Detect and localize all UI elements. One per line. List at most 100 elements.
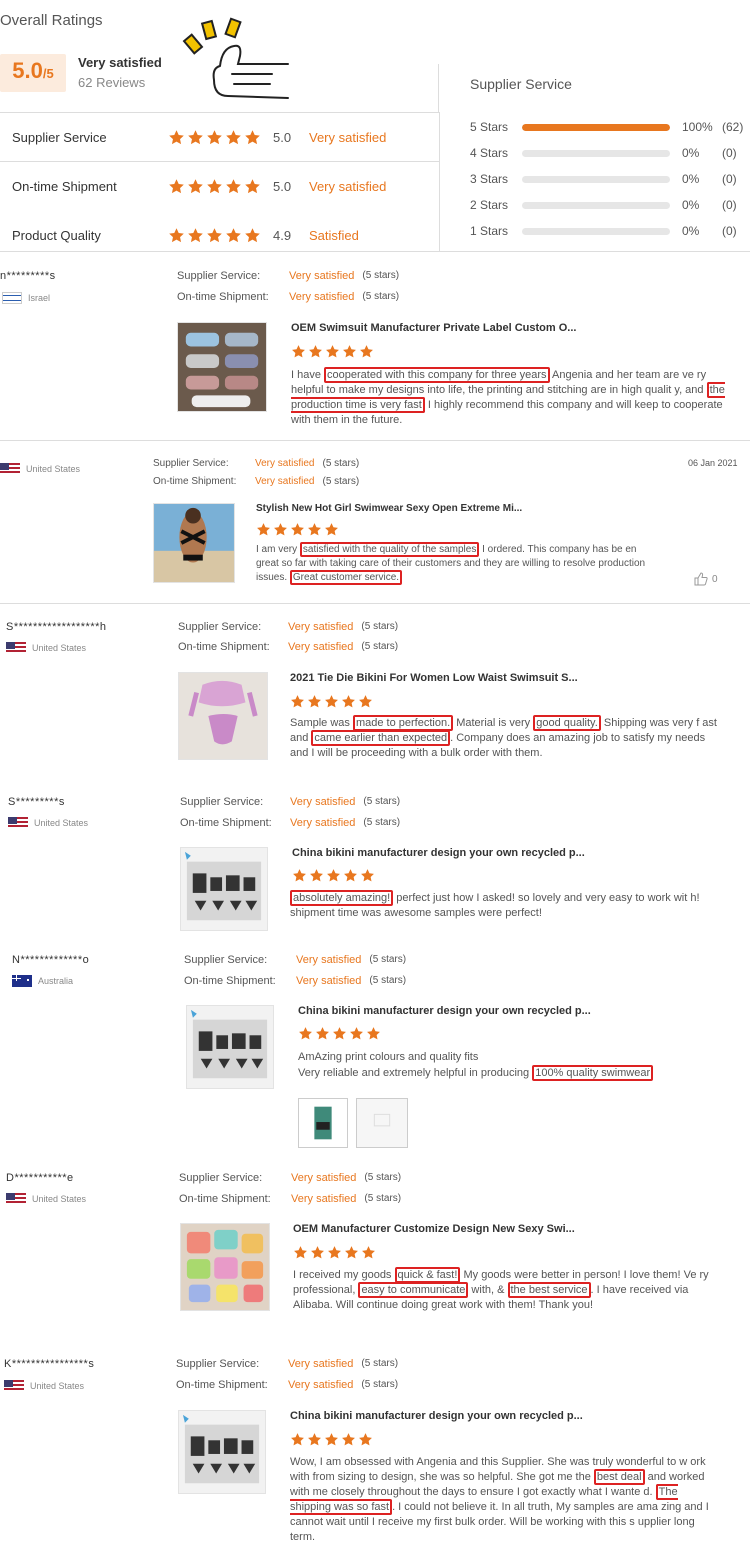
star-icon — [293, 1245, 308, 1260]
kv-stars: (5 stars) — [369, 975, 407, 986]
star-icon — [326, 868, 341, 883]
review-stars — [298, 1026, 381, 1041]
star-icon — [225, 129, 242, 146]
kv-value: Very satisfied — [291, 1172, 357, 1184]
star-icon — [168, 227, 185, 244]
product-title[interactable]: China bikini manufacturer design your ow… — [298, 1005, 718, 1017]
us-flag-icon — [4, 1380, 24, 1392]
bar-row-1[interactable]: 1 Stars 0% (0) — [470, 222, 750, 240]
review-user: N*************o — [12, 954, 90, 966]
star-icon — [244, 178, 261, 195]
rating-value: 4.9 — [273, 227, 292, 243]
review-photo-placeholder[interactable] — [356, 1098, 408, 1148]
review-stars — [256, 522, 339, 537]
kv-value: Very satisfied — [255, 458, 315, 469]
star-icon — [324, 694, 339, 709]
star-icon — [343, 868, 358, 883]
kv-stars: (5 stars) — [364, 1172, 402, 1183]
product-title[interactable]: OEM Manufacturer Customize Design New Se… — [293, 1223, 713, 1235]
star-icon — [206, 129, 223, 146]
kv-stars: (5 stars) — [361, 1379, 399, 1390]
highlight: Great customer service. — [289, 570, 403, 585]
country-name: Israel — [28, 293, 51, 303]
product-thumbnail[interactable] — [153, 503, 235, 583]
highlight: satisfied with the quality of the sample… — [299, 542, 480, 557]
kv-key: On-time Shipment: — [177, 291, 269, 303]
kv-key: Supplier Service: — [179, 1172, 263, 1184]
bar-row-3[interactable]: 3 Stars 0% (0) — [470, 170, 750, 188]
ontime-shipment-rating: On-time Shipment: Very satisfied (5 star… — [176, 1379, 398, 1391]
review-country: Israel — [2, 292, 50, 304]
product-title[interactable]: 2021 Tie Die Bikini For Women Low Waist … — [290, 672, 710, 684]
kv-stars: (5 stars) — [363, 817, 401, 828]
product-title[interactable]: OEM Swimsuit Manufacturer Private Label … — [291, 322, 711, 334]
bar-row-5[interactable]: 5 Stars 100% (62) — [470, 118, 750, 136]
star-icon — [315, 1026, 330, 1041]
star-icon — [308, 344, 323, 359]
star-icon — [273, 522, 288, 537]
bar-label: 2 Stars — [470, 198, 509, 212]
kv-stars: (5 stars) — [369, 954, 407, 965]
kv-value: Very satisfied — [296, 954, 362, 966]
highlight: came earlier than expected — [311, 730, 451, 746]
rating-value: 5.0 — [273, 129, 292, 145]
bar-row-4[interactable]: 4 Stars 0% (0) — [470, 144, 750, 162]
kv-key: Supplier Service: — [177, 270, 261, 282]
product-title[interactable]: China bikini manufacturer design your ow… — [290, 1410, 710, 1422]
star-icon — [168, 129, 185, 146]
star-icon — [307, 1432, 322, 1447]
supplier-service-title: Supplier Service — [470, 76, 572, 92]
rating-label: Supplier Service — [12, 129, 107, 145]
bar-fill — [522, 123, 670, 131]
review-stars — [290, 1432, 373, 1447]
review-country: United States — [6, 642, 86, 654]
product-thumbnail[interactable] — [178, 1410, 266, 1494]
bar-percent: 100% — [682, 120, 713, 134]
product-title[interactable]: China bikini manufacturer design your ow… — [292, 847, 712, 859]
star-icon — [244, 227, 261, 244]
product-title[interactable]: Stylish New Hot Girl Swimwear Sexy Open … — [256, 503, 676, 514]
kv-value: Very satisfied — [290, 817, 356, 829]
review-line1: AmAzing print colours and quality fits — [298, 1051, 479, 1063]
israel-flag-icon — [2, 292, 22, 304]
bar-percent: 0% — [682, 146, 700, 160]
supplier-service-rating: Supplier Service: Very satisfied (5 star… — [178, 621, 398, 633]
country-name: United States — [30, 1381, 85, 1391]
rating-product-quality: Product Quality 4.9 Satisfied — [12, 223, 359, 247]
star-icon — [187, 227, 204, 244]
supplier-service-rating: Supplier Service: Very satisfied (5 star… — [184, 954, 406, 966]
product-thumbnail[interactable] — [180, 1223, 270, 1311]
bar-row-2[interactable]: 2 Stars 0% (0) — [470, 196, 750, 214]
review-text: absolutely amazing! perfect just how I a… — [290, 890, 720, 921]
like-button[interactable]: 0 — [694, 572, 718, 586]
text-seg: I have — [291, 369, 325, 381]
kv-value: Very satisfied — [255, 476, 315, 487]
review-user: n*********s — [0, 270, 56, 282]
bar-count: (0) — [722, 198, 737, 212]
country-name: United States — [26, 464, 81, 474]
kv-key: Supplier Service: — [153, 458, 229, 469]
rating-stars — [168, 178, 261, 195]
review-photo[interactable] — [298, 1098, 348, 1148]
kv-stars: (5 stars) — [322, 458, 360, 469]
product-thumbnail[interactable] — [178, 672, 268, 760]
rating-stars — [168, 129, 261, 146]
product-thumbnail[interactable] — [177, 322, 267, 412]
rating-value: 5.0 — [273, 178, 292, 194]
kv-stars: (5 stars) — [364, 1193, 402, 1204]
reviews-count[interactable]: 62 Reviews — [78, 75, 145, 90]
text-seg: I am very — [256, 544, 300, 555]
thumbs-up-icon — [694, 572, 708, 586]
us-flag-icon — [6, 1193, 26, 1205]
review-country: United States — [4, 1380, 84, 1392]
highlight: cooperated with this company for three y… — [324, 367, 550, 383]
product-thumbnail[interactable] — [186, 1005, 274, 1089]
review-country: United States — [6, 1193, 86, 1205]
star-icon — [307, 522, 322, 537]
kv-key: On-time Shipment: — [178, 641, 270, 653]
product-thumbnail[interactable] — [180, 847, 268, 931]
kv-value: Very satisfied — [288, 1379, 354, 1391]
kv-stars: (5 stars) — [363, 796, 401, 807]
star-icon — [309, 868, 324, 883]
ontime-shipment-rating: On-time Shipment: Very satisfied (5 star… — [153, 476, 359, 487]
